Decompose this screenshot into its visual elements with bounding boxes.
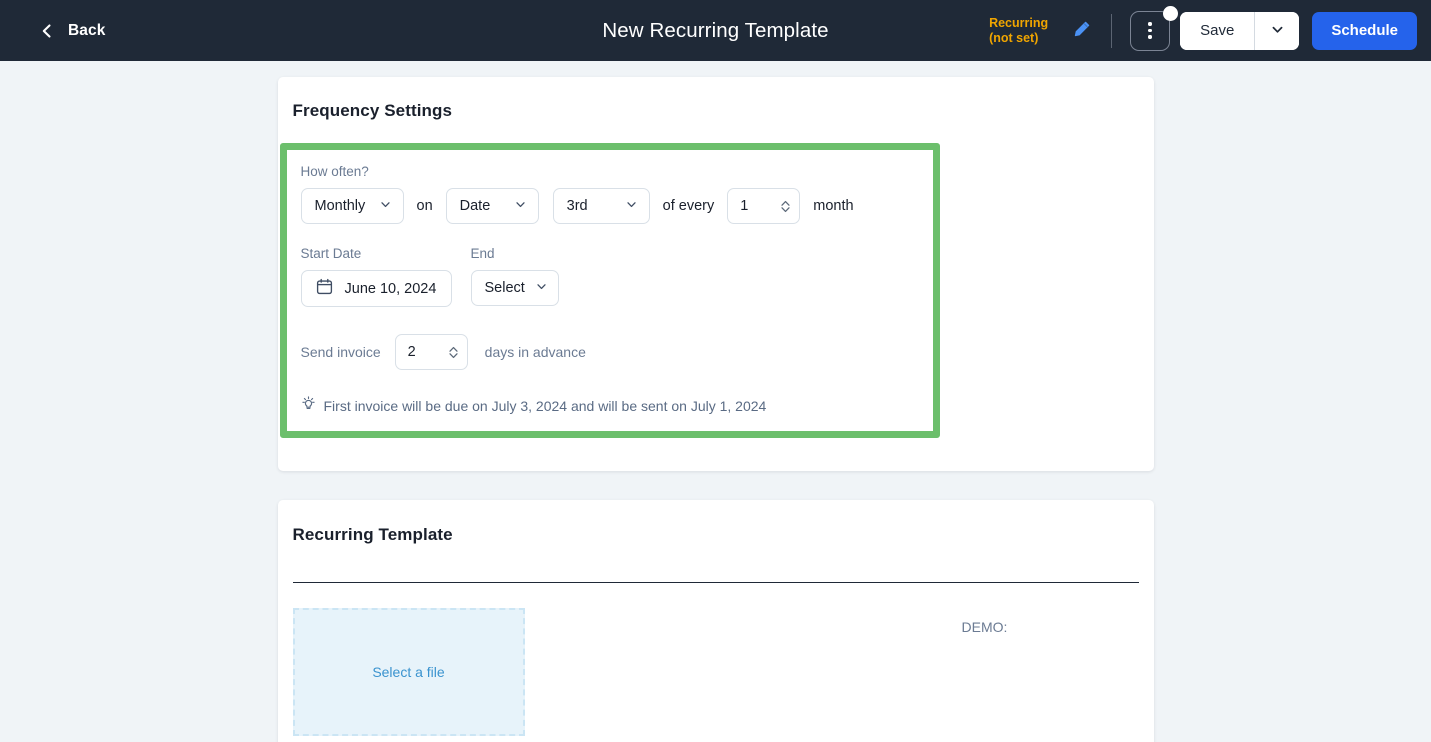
notification-badge [1163, 5, 1179, 21]
send-invoice-days-stepper[interactable]: 2 [394, 334, 468, 370]
every-count-value: 1 [740, 198, 749, 214]
mode-select[interactable]: Date [445, 188, 539, 224]
start-date-value: June 10, 2024 [344, 280, 437, 297]
frequency-settings-card: Frequency Settings How often? Monthly on… [277, 77, 1154, 471]
end-select-value: Select [484, 280, 525, 296]
days-in-advance-label: days in advance [484, 344, 586, 360]
frequency-settings-title: Frequency Settings [292, 101, 453, 120]
back-button[interactable]: Back [38, 18, 107, 44]
save-button[interactable]: Save [1180, 11, 1255, 50]
chevron-left-icon [40, 23, 54, 38]
send-invoice-row: Send invoice 2 days in advance [301, 334, 919, 370]
kebab-dot-3 [1148, 35, 1152, 39]
status-badge-line1: Recurring [989, 15, 1049, 30]
frequency-panel: How often? Monthly on Date 3rd of every … [279, 143, 940, 438]
pencil-icon [1072, 20, 1091, 42]
chevron-down-icon [535, 280, 548, 297]
mode-select-value: Date [459, 198, 491, 214]
on-text: on [416, 198, 433, 214]
first-invoice-hint-text: First invoice will be due on July 3, 202… [323, 397, 767, 414]
file-dropzone-label: Select a file [372, 664, 445, 680]
demo-label: DEMO: [961, 619, 1008, 635]
save-options-button[interactable] [1255, 11, 1300, 50]
lightbulb-icon [301, 396, 316, 415]
first-invoice-hint: First invoice will be due on July 3, 202… [301, 396, 919, 415]
start-date-field[interactable]: June 10, 2024 [300, 270, 452, 307]
status-badge: Recurring (not set) [989, 16, 1048, 46]
edit-recurrence-button[interactable] [1066, 14, 1097, 48]
of-every-text: of every [662, 198, 715, 214]
interval-select-value: Monthly [314, 198, 366, 214]
overflow-menu-wrap [1130, 5, 1179, 51]
how-often-label: How often? [300, 164, 369, 179]
frequency-row: Monthly on Date 3rd of every 1 month [300, 188, 919, 224]
recurring-template-card: Recurring Template Select a file DEMO: [277, 500, 1154, 742]
end-label: End [470, 246, 495, 261]
save-split-button: Save [1180, 11, 1300, 50]
stepper-arrows-icon[interactable] [780, 199, 791, 214]
status-badge-line2: (not set) [989, 30, 1039, 45]
day-select-value: 3rd [566, 198, 588, 214]
recurring-template-inner: Recurring Template Select a file DEMO: [278, 500, 1154, 736]
app-header: Back New Recurring Template Recurring (n… [0, 0, 1431, 61]
start-date-group: Start Date June 10, 2024 [300, 246, 471, 307]
page-content: Frequency Settings How often? Monthly on… [0, 61, 1431, 742]
interval-select[interactable]: Monthly [300, 188, 404, 224]
schedule-button[interactable]: Schedule [1312, 11, 1417, 50]
template-divider [292, 582, 1139, 583]
file-dropzone[interactable]: Select a file [292, 608, 525, 736]
unit-text: month [813, 198, 854, 214]
recurring-template-title: Recurring Template [292, 525, 453, 544]
day-select[interactable]: 3rd [552, 188, 650, 224]
send-invoice-days-value: 2 [407, 344, 416, 360]
end-select[interactable]: Select [470, 270, 559, 306]
date-range-row: Start Date June 10, 2024 End Select [300, 246, 919, 307]
end-group: End Select [470, 246, 559, 307]
header-actions: Recurring (not set) Save Schedule [989, 5, 1417, 51]
chevron-down-icon [1270, 22, 1285, 40]
kebab-dot-2 [1148, 28, 1152, 33]
stepper-arrows-icon[interactable] [448, 345, 459, 360]
chevron-down-icon [625, 198, 638, 215]
chevron-down-icon [379, 198, 392, 215]
send-invoice-label: Send invoice [300, 344, 381, 360]
chevron-down-icon [514, 198, 527, 215]
kebab-dot-1 [1148, 22, 1152, 26]
calendar-icon [316, 278, 333, 299]
every-count-stepper[interactable]: 1 [727, 188, 801, 224]
template-body: Select a file DEMO: [292, 608, 1139, 736]
back-label: Back [68, 21, 106, 39]
start-date-label: Start Date [300, 246, 362, 261]
header-divider [1111, 13, 1113, 48]
